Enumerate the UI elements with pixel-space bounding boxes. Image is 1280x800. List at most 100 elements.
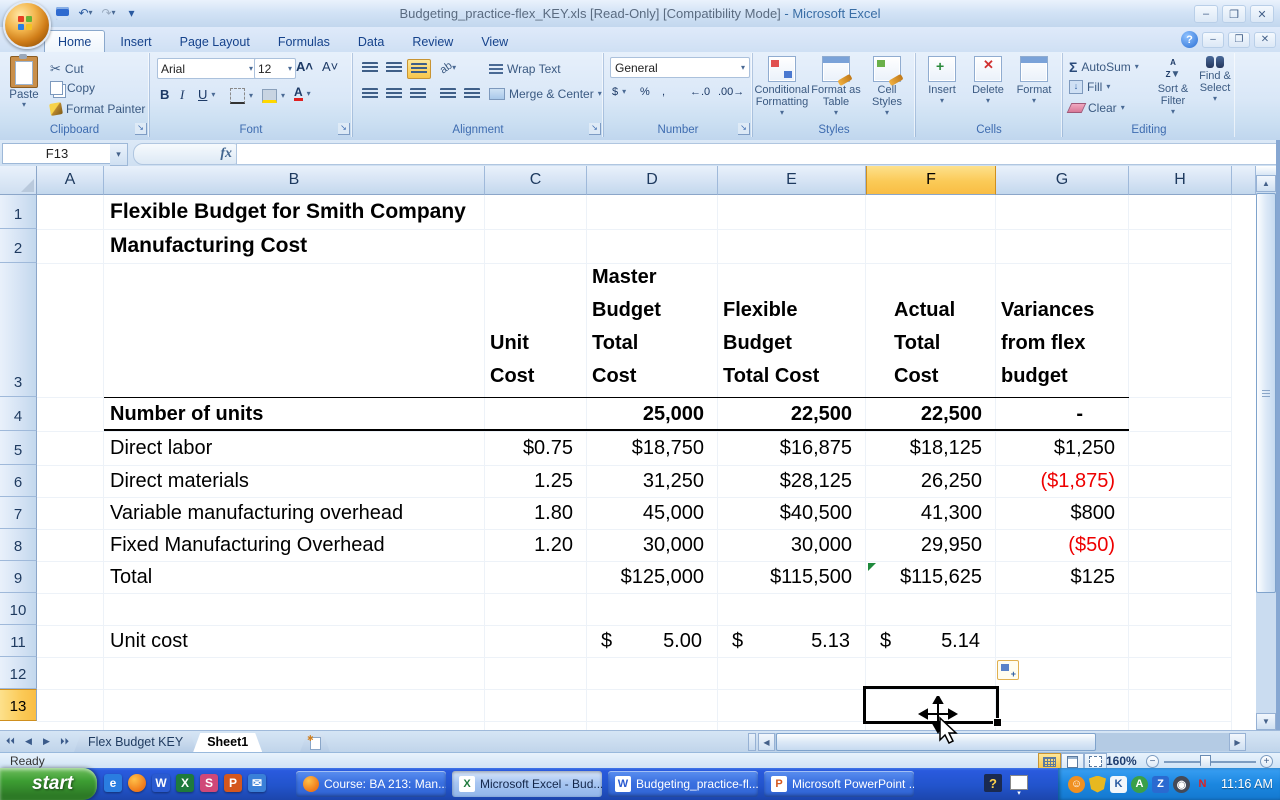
cell-D9[interactable]: $125,000 [587, 561, 718, 593]
cell-styles-button[interactable]: Cell Styles▾ [863, 56, 911, 116]
cell-B4[interactable]: Number of units [104, 397, 485, 431]
cell-B1[interactable]: Flexible Budget for Smith Company [104, 195, 485, 229]
cell-B2[interactable]: Manufacturing Cost [104, 229, 485, 263]
column-header-F[interactable]: F [866, 166, 996, 195]
increase-decimal-button[interactable]: ←.0 [688, 85, 712, 99]
first-sheet-button[interactable]: ⏴⏴ [2, 733, 19, 750]
accounting-format-button[interactable]: $▾ [610, 85, 628, 99]
messenger-tray-icon[interactable]: ☺ [1068, 776, 1085, 793]
vertical-scrollbar[interactable]: ▲ ▼ [1256, 166, 1276, 730]
paste-options-smart-tag[interactable] [997, 660, 1019, 680]
sheet-tab-flex-budget-key[interactable]: Flex Budget KEY [74, 733, 197, 752]
bold-button[interactable]: B [158, 86, 171, 103]
row-header-4[interactable]: 4 [0, 397, 37, 431]
cell-F6[interactable]: 26,250 [866, 465, 996, 497]
row-header-1[interactable]: 1 [0, 195, 37, 229]
font-color-button[interactable]: A▾ [292, 86, 313, 102]
row-header-8[interactable]: 8 [0, 529, 37, 561]
alignment-dialog-launcher[interactable]: ↘ [589, 123, 601, 135]
internet-explorer-icon[interactable]: e [104, 774, 122, 792]
antivirus-tray-icon[interactable]: A [1131, 776, 1148, 793]
cell-D7[interactable]: 45,000 [587, 497, 718, 529]
name-box[interactable]: F13 [2, 143, 112, 164]
fill-handle[interactable] [993, 718, 1002, 727]
media-app-icon[interactable]: S [200, 774, 218, 792]
orientation-button[interactable]: ab▾ [437, 59, 459, 77]
ribbon-tab-data[interactable]: Data [345, 31, 397, 52]
cell-C3[interactable]: UnitCost [485, 263, 587, 397]
row-header-7[interactable]: 7 [0, 497, 37, 529]
taskbar-task-excel[interactable]: XMicrosoft Excel - Bud... [452, 771, 602, 797]
underline-button[interactable]: U▾ [196, 86, 217, 103]
font-dialog-launcher[interactable]: ↘ [338, 123, 350, 135]
row-header-6[interactable]: 6 [0, 465, 37, 497]
ribbon-tab-view[interactable]: View [468, 31, 521, 52]
excel-icon[interactable]: X [176, 774, 194, 792]
column-header-C[interactable]: C [485, 166, 587, 195]
cell-C7[interactable]: 1.80 [485, 497, 587, 529]
cell-D4[interactable]: 25,000 [587, 397, 718, 431]
cell-G9[interactable]: $125 [996, 561, 1129, 593]
cell-B5[interactable]: Direct labor [104, 431, 485, 465]
word-icon[interactable]: W [152, 774, 170, 792]
zoom-level[interactable]: 160% [1106, 754, 1137, 768]
taskbar-task-word[interactable]: WBudgeting_practice-fl... [608, 771, 758, 797]
help-icon[interactable]: ? [1181, 31, 1198, 48]
help-tray-icon[interactable]: ? [984, 774, 1002, 792]
cell-E3[interactable]: FlexibleBudgetTotal Cost [718, 263, 866, 397]
show-hidden-icons-button[interactable] [1010, 775, 1028, 790]
top-align-button[interactable] [359, 59, 381, 77]
row-header-9[interactable]: 9 [0, 561, 37, 593]
italic-button[interactable]: I [178, 86, 186, 104]
ribbon-tab-review[interactable]: Review [399, 31, 466, 52]
horizontal-scrollbar[interactable]: ◀ ▶ [758, 733, 1246, 751]
scroll-up-arrow[interactable]: ▲ [1256, 175, 1276, 192]
minimize-button[interactable]: – [1194, 5, 1218, 23]
cell-F5[interactable]: $18,125 [866, 431, 996, 465]
clear-button[interactable]: Clear▾ [1067, 100, 1127, 116]
column-header-D[interactable]: D [587, 166, 718, 195]
scroll-right-arrow[interactable]: ▶ [1229, 733, 1246, 751]
cell-F8[interactable]: 29,950 [866, 529, 996, 561]
cut-button[interactable]: ✂Cut [48, 60, 86, 78]
cell-F3[interactable]: ActualTotalCost [866, 263, 996, 397]
column-header-A[interactable]: A [37, 166, 104, 195]
cell-D11[interactable]: $5.00 [587, 625, 718, 657]
cell-D6[interactable]: 31,250 [587, 465, 718, 497]
tab-split-handle[interactable] [748, 733, 756, 751]
percent-style-button[interactable]: % [638, 85, 652, 99]
worksheet-grid[interactable]: ABCDEFGH1Flexible Budget for Smith Compa… [0, 166, 1256, 730]
cell-E9[interactable]: $115,500 [718, 561, 866, 593]
scroll-down-arrow[interactable]: ▼ [1256, 713, 1276, 730]
row-header-11[interactable]: 11 [0, 625, 37, 657]
grow-font-button[interactable]: A˄ [294, 58, 315, 75]
increase-indent-button[interactable] [461, 85, 483, 103]
cell-C6[interactable]: 1.25 [485, 465, 587, 497]
ribbon-tab-home[interactable]: Home [44, 30, 105, 52]
powerpoint-icon[interactable]: P [224, 774, 242, 792]
column-header-H[interactable]: H [1129, 166, 1232, 195]
restore-button[interactable]: ❐ [1222, 5, 1246, 23]
font-size-select[interactable]: 12▾ [254, 58, 296, 79]
cell-B7[interactable]: Variable manufacturing overhead [104, 497, 485, 529]
row-header-10[interactable]: 10 [0, 593, 37, 625]
merge-center-button[interactable]: Merge & Center▾ [487, 86, 604, 102]
cell-B9[interactable]: Total [104, 561, 485, 593]
column-header-G[interactable]: G [996, 166, 1129, 195]
cell-F4[interactable]: 22,500 [866, 397, 996, 431]
zoom-out-button[interactable]: − [1146, 755, 1159, 768]
row-header-12[interactable]: 12 [0, 657, 37, 689]
ribbon-tab-formulas[interactable]: Formulas [265, 31, 343, 52]
security-shield-tray-icon[interactable] [1089, 776, 1106, 793]
cell-E8[interactable]: 30,000 [718, 529, 866, 561]
autosum-button[interactable]: ΣAutoSum▾ [1067, 58, 1141, 76]
cell-F11[interactable]: $5.14 [866, 625, 996, 657]
close-button[interactable]: ✕ [1250, 5, 1274, 23]
outlook-icon[interactable]: ✉ [248, 774, 266, 792]
row-header-5[interactable]: 5 [0, 431, 37, 465]
prev-sheet-button[interactable]: ◀ [20, 733, 37, 750]
cell-E4[interactable]: 22,500 [718, 397, 866, 431]
fill-button[interactable]: ↓Fill▾ [1067, 79, 1112, 95]
office-button[interactable] [3, 1, 51, 49]
ribbon-tab-insert[interactable]: Insert [107, 31, 164, 52]
